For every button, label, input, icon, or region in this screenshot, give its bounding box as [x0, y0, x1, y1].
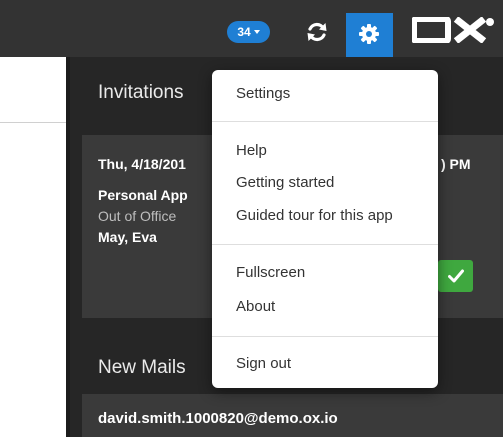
menu-divider [212, 336, 438, 337]
invitation-title: Personal App [98, 187, 188, 203]
menu-item-getting-started[interactable]: Getting started [236, 174, 334, 191]
top-bar: 34 OX [0, 0, 503, 57]
invitation-date-start: Thu, 4/18/201 [98, 156, 186, 172]
refresh-button[interactable] [304, 19, 330, 45]
menu-divider [212, 121, 438, 122]
invitation-person: May, Eva [98, 229, 157, 245]
menu-item-help[interactable]: Help [236, 142, 267, 159]
menu-item-guided-tour[interactable]: Guided tour for this app [236, 207, 393, 224]
invitation-date-end: ) PM [441, 156, 471, 172]
settings-gear-button[interactable] [346, 13, 393, 57]
refresh-icon [307, 22, 327, 42]
invitations-title: Invitations [98, 82, 184, 103]
menu-item-about[interactable]: About [236, 298, 275, 315]
menu-item-fullscreen[interactable]: Fullscreen [236, 264, 305, 281]
menu-item-settings[interactable]: Settings [236, 85, 290, 102]
sidepopup-edge [66, 57, 70, 437]
notifications-count: 34 [237, 25, 251, 39]
menu-divider [212, 244, 438, 245]
ox-logo [412, 17, 494, 43]
accept-button[interactable] [438, 260, 473, 292]
menu-item-sign-out[interactable]: Sign out [236, 355, 291, 372]
check-icon [448, 269, 464, 283]
mail-sender: david.smith.1000820@demo.ox.io [98, 410, 338, 427]
gear-icon [359, 24, 379, 44]
invitation-status: Out of Office [98, 208, 177, 224]
caret-down-icon [253, 29, 260, 34]
notifications-badge[interactable]: 34 [227, 21, 270, 43]
app-background [0, 57, 66, 437]
app-divider [0, 122, 66, 123]
new-mails-title: New Mails [98, 357, 186, 378]
settings-dropdown-menu: Settings Help Getting started Guided tou… [212, 70, 438, 388]
